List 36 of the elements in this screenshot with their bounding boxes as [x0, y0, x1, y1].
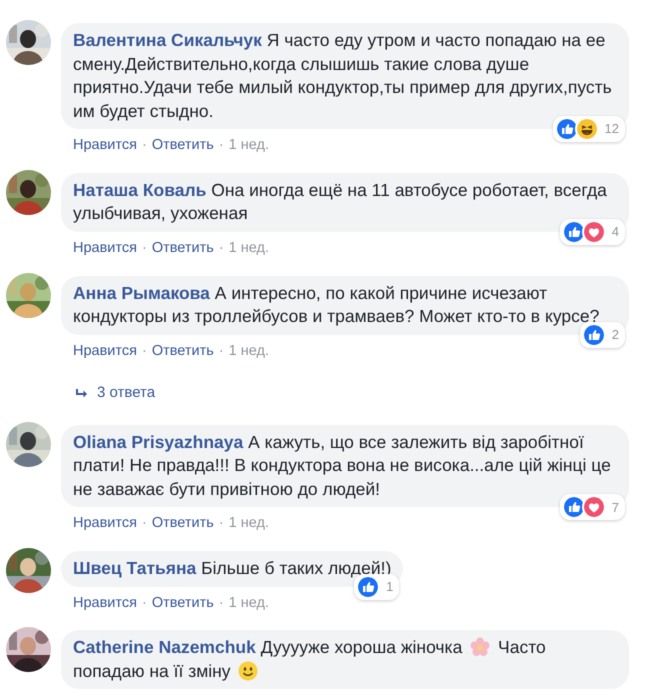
- thumbs-up-icon: [562, 495, 586, 520]
- separator-dot: ·: [142, 342, 147, 360]
- action-link[interactable]: Ответить: [152, 238, 214, 260]
- action-link[interactable]: Ответить: [152, 340, 214, 362]
- separator-dot: ·: [218, 342, 224, 360]
- smiley-icon: [238, 660, 258, 681]
- action-link[interactable]: Нравится: [73, 238, 137, 260]
- separator-dot: ·: [218, 594, 224, 612]
- action-link[interactable]: Нравится: [73, 513, 137, 535]
- separator-dot: ·: [142, 514, 147, 534]
- action-link[interactable]: Нравится: [73, 340, 137, 362]
- count-text: 7: [612, 498, 619, 516]
- separator-dot: ·: [142, 238, 147, 258]
- separator-dot: ·: [218, 514, 224, 534]
- replies-link[interactable]: 3 ответа: [97, 382, 156, 405]
- separator-dot: ·: [218, 136, 224, 155]
- action-link[interactable]: Ответить: [152, 592, 214, 614]
- count-text: 12: [604, 120, 619, 138]
- action-link[interactable]: Ответить: [152, 513, 214, 535]
- action-link[interactable]: Нравится: [73, 592, 137, 614]
- count-text: 2: [612, 326, 619, 344]
- thumbs-up-icon: [554, 117, 579, 141]
- action-link[interactable]: Ответить: [152, 135, 214, 157]
- count-text: 1: [386, 578, 394, 596]
- action-link[interactable]: Нравится: [73, 135, 137, 157]
- heart-icon: [582, 495, 606, 520]
- flower-icon: [470, 637, 490, 658]
- heart-icon: [582, 220, 606, 244]
- count-text: 4: [612, 223, 619, 241]
- laughing-face-icon: [574, 117, 599, 141]
- separator-dot: ·: [218, 238, 224, 258]
- separator-dot: ·: [142, 594, 147, 612]
- comment-text: Catherine Nazemchuk Дууууже хороша жіночка Часто попадаю на її зміну: [73, 637, 546, 681]
- separator-dot: ·: [142, 136, 147, 155]
- thumbs-up-icon: [562, 220, 586, 244]
- reply-arrow-icon: [75, 388, 89, 400]
